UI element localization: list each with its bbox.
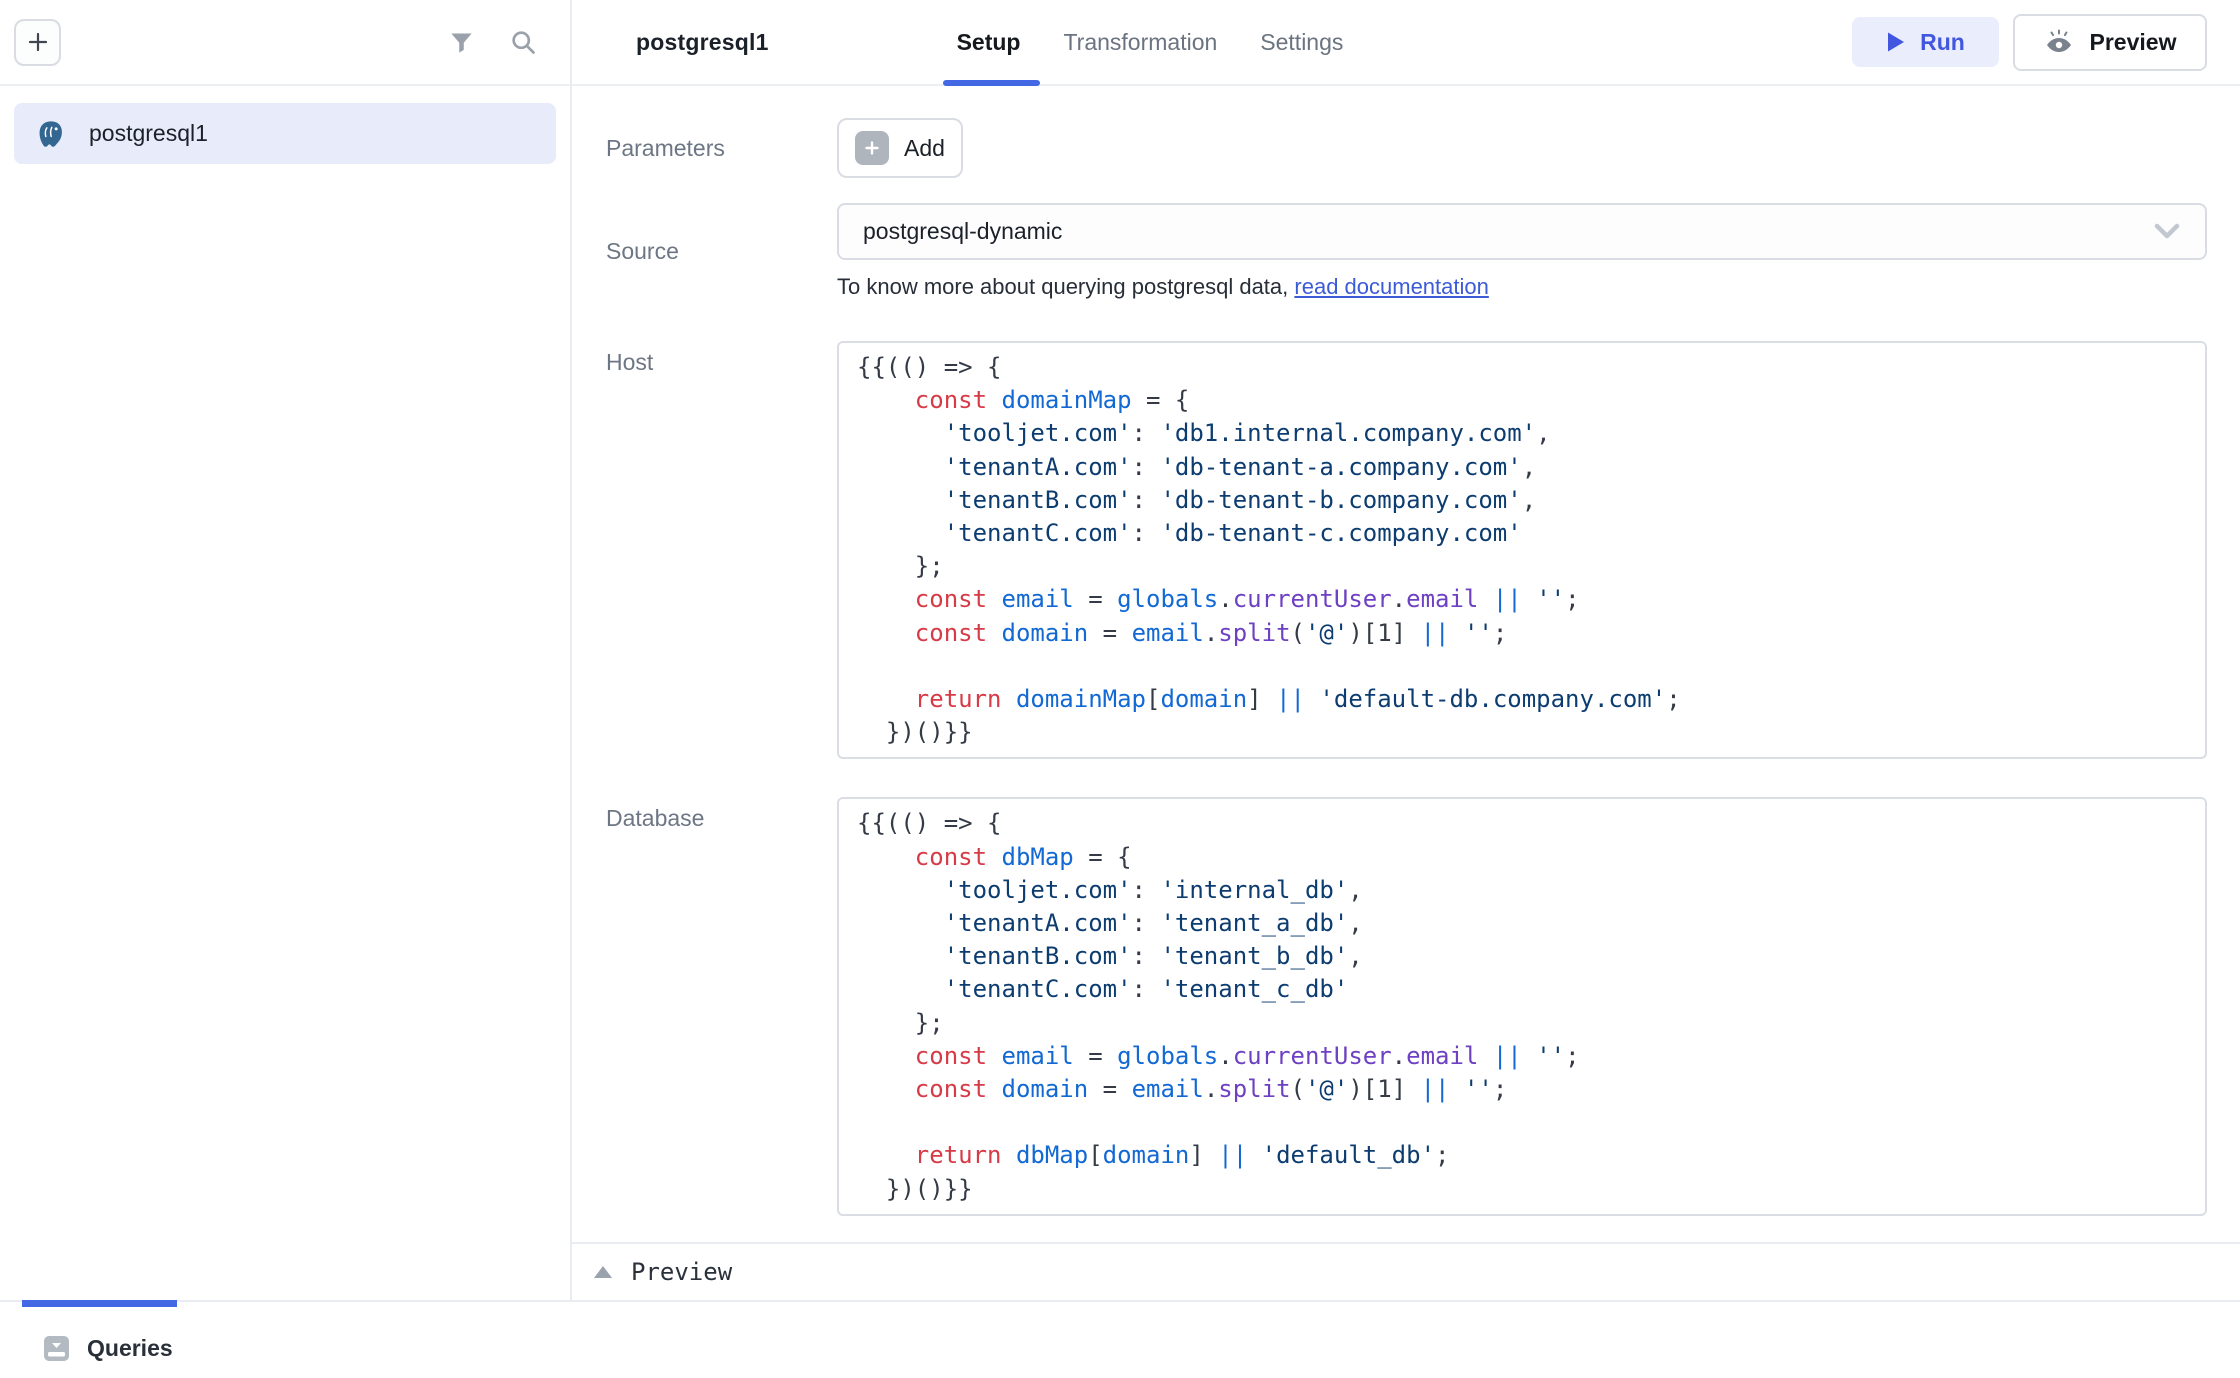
sidebar-toolbar-icons (446, 27, 538, 57)
queries-panel-icon (43, 1335, 70, 1362)
database-code-editor[interactable]: {{(() => { const dbMap = { 'tooljet.com'… (837, 797, 2207, 1215)
preview-button[interactable]: Preview (2013, 14, 2207, 71)
host-code-editor[interactable]: {{(() => { const domainMap = { 'tooljet.… (837, 341, 2207, 759)
queries-sidebar: postgresql1 (0, 0, 572, 1300)
chevron-down-icon (2151, 222, 2183, 242)
query-list-item-postgresql1[interactable]: postgresql1 (14, 103, 556, 164)
database-row: Database {{(() => { const dbMap = { 'too… (606, 797, 2207, 1215)
parameters-field: Add (837, 118, 2207, 178)
collapse-up-icon (594, 1266, 612, 1278)
bottom-bar: Queries (0, 1300, 2240, 1378)
active-panel-indicator (22, 1300, 177, 1307)
database-field: {{(() => { const dbMap = { 'tooljet.com'… (837, 797, 2207, 1215)
host-row: Host {{(() => { const domainMap = { 'too… (606, 341, 2207, 759)
search-icon (509, 28, 537, 56)
host-label: Host (606, 341, 837, 759)
preview-button-label: Preview (2090, 29, 2177, 56)
query-list: postgresql1 (0, 86, 570, 1300)
plus-chip (855, 131, 889, 165)
sidebar-toolbar (0, 0, 570, 86)
tab-settings[interactable]: Settings (1258, 0, 1345, 84)
setup-tab-content: Parameters Add So (572, 86, 2240, 1242)
preview-section-label: Preview (631, 1258, 732, 1286)
body-row: postgresql1 postgresql1 Setup Transforma… (0, 0, 2240, 1300)
parameters-row: Parameters Add (606, 118, 2207, 178)
filter-icon (448, 29, 475, 56)
header-actions: Run Preview (1852, 14, 2207, 71)
plus-icon (26, 30, 50, 54)
query-item-label: postgresql1 (89, 120, 208, 147)
tab-setup[interactable]: Setup (955, 0, 1023, 84)
source-select[interactable]: postgresql-dynamic (837, 203, 2207, 260)
main-header: postgresql1 Setup Transformation Setting… (572, 0, 2240, 86)
tab-transformation[interactable]: Transformation (1061, 0, 1219, 84)
eye-icon (2044, 29, 2074, 55)
tab-bar: Setup Transformation Settings (955, 0, 1346, 84)
plus-icon (863, 139, 881, 157)
source-row: Source postgresql-dynamic To know more a… (606, 203, 2207, 300)
query-editor-app: postgresql1 postgresql1 Setup Transforma… (0, 0, 2240, 1378)
add-parameter-button[interactable]: Add (837, 118, 963, 178)
run-button[interactable]: Run (1852, 17, 1999, 67)
parameters-label: Parameters (606, 135, 837, 162)
source-label: Source (606, 238, 837, 265)
queries-label: Queries (87, 1335, 173, 1362)
source-doc-hint: To know more about querying postgresql d… (837, 274, 2207, 300)
source-select-value: postgresql-dynamic (863, 218, 1062, 245)
database-label: Database (606, 797, 837, 1215)
search-button[interactable] (508, 27, 538, 57)
play-icon (1886, 31, 1906, 53)
main-panel: postgresql1 Setup Transformation Setting… (572, 0, 2240, 1300)
add-query-button[interactable] (14, 19, 61, 66)
host-field: {{(() => { const domainMap = { 'tooljet.… (837, 341, 2207, 759)
source-field: postgresql-dynamic To know more about qu… (837, 203, 2207, 300)
filter-button[interactable] (446, 27, 476, 57)
add-parameter-label: Add (904, 135, 945, 162)
preview-section-toggle[interactable]: Preview (572, 1242, 2240, 1300)
queries-panel-toggle[interactable]: Queries (43, 1335, 173, 1362)
postgresql-icon (36, 119, 66, 149)
query-title: postgresql1 (636, 29, 769, 56)
doc-hint-text: To know more about querying postgresql d… (837, 274, 1294, 299)
run-button-label: Run (1920, 29, 1965, 56)
read-documentation-link[interactable]: read documentation (1294, 274, 1488, 299)
